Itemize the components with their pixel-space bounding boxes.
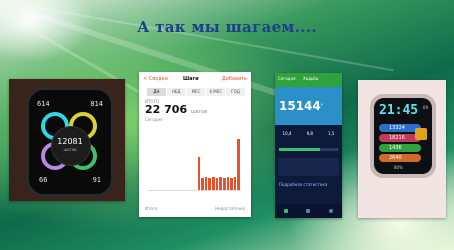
chart-bar bbox=[201, 178, 204, 190]
tab-week[interactable]: НЕД bbox=[166, 88, 186, 96]
side-badge bbox=[415, 128, 427, 140]
nav-profile-icon[interactable] bbox=[328, 209, 333, 213]
header-tab[interactable]: Ходьба bbox=[303, 77, 318, 81]
chart-bar bbox=[197, 157, 201, 190]
corner-value-tl: 614 bbox=[37, 100, 50, 108]
steps-unit: шагов bbox=[63, 147, 77, 152]
tab-day[interactable]: ДН bbox=[147, 88, 166, 96]
progress-bar bbox=[279, 148, 338, 151]
steps-number: 22 706 bbox=[145, 103, 188, 116]
phone-steps-chart: < Сводка Шаги Добавить ДН НЕД МЕС 6 МЕС … bbox=[139, 72, 251, 217]
chart-bar bbox=[208, 178, 212, 190]
watch-screen: 21:45 09 13324 18216 1436 2640 80% bbox=[374, 98, 432, 174]
header-left: Сегодня bbox=[278, 76, 296, 81]
footer-link[interactable]: Подробная статистика bbox=[279, 183, 327, 187]
chart-bar bbox=[237, 139, 240, 190]
watch-photo-square: 21:45 09 13324 18216 1436 2640 80% bbox=[358, 80, 446, 218]
time-display: 21:45 bbox=[379, 103, 419, 118]
x-label-right: Недостаточно bbox=[215, 206, 245, 211]
card bbox=[278, 158, 339, 176]
chart-bar bbox=[204, 176, 208, 190]
steps-mark: ʹ bbox=[320, 103, 324, 112]
tab-year[interactable]: ГОД bbox=[226, 88, 245, 96]
chart-bar bbox=[219, 176, 222, 190]
bottom-nav bbox=[275, 204, 342, 218]
corner-value-tr: 814 bbox=[90, 100, 103, 108]
chart-bar bbox=[212, 176, 215, 190]
nav-chart-icon[interactable] bbox=[306, 209, 311, 213]
steps-total: 22 706 шагов bbox=[145, 103, 207, 116]
metric-calories: 2640 bbox=[379, 154, 421, 162]
screen-header: Шаги bbox=[183, 76, 199, 82]
stat-3: 1,5 bbox=[328, 131, 335, 136]
metric-distance: 1436 bbox=[379, 144, 421, 152]
steps-value: 12081 bbox=[57, 137, 83, 146]
phone-fitness-app: Сегодня Ходьба 15144ʹ 10,4 9,8 1,5 Подро… bbox=[275, 73, 342, 218]
x-label-left: Итого bbox=[145, 206, 158, 211]
center-disc bbox=[51, 126, 91, 166]
chart-bar bbox=[226, 176, 230, 190]
steps-value: 15144ʹ bbox=[279, 99, 323, 113]
corner-value-br: 91 bbox=[92, 176, 101, 184]
watch-face: 614 814 66 91 12081 шагов bbox=[26, 87, 114, 197]
chart-bar bbox=[230, 178, 233, 190]
slide: А так мы шагаем.... 614 814 66 91 12081 … bbox=[0, 0, 454, 250]
stat-2: 9,8 bbox=[306, 131, 313, 136]
add-link[interactable]: Добавить bbox=[222, 76, 247, 82]
corner-value-bl: 66 bbox=[39, 176, 48, 184]
chart-bar bbox=[215, 178, 219, 190]
battery-value: 80% bbox=[394, 165, 403, 170]
seconds-display: 09 bbox=[422, 105, 428, 110]
tab-month[interactable]: МЕС bbox=[186, 88, 206, 96]
chart-bar bbox=[233, 176, 237, 190]
steps-number: 15144 bbox=[279, 99, 321, 113]
tab-6month[interactable]: 6 МЕС bbox=[206, 88, 226, 96]
period-tabs: ДН НЕД МЕС 6 МЕС ГОД bbox=[147, 88, 245, 96]
watch-photo-rings: 614 814 66 91 12081 шагов bbox=[9, 79, 125, 201]
stat-1: 10,4 bbox=[282, 131, 292, 136]
back-link[interactable]: < Сводка bbox=[143, 76, 168, 82]
slide-title: А так мы шагаем.... bbox=[137, 18, 317, 36]
bar-chart bbox=[147, 130, 241, 191]
nav-home-icon[interactable] bbox=[284, 209, 289, 213]
stats-row: 10,4 9,8 1,5 bbox=[275, 131, 342, 136]
watch-case: 21:45 09 13324 18216 1436 2640 80% bbox=[370, 94, 436, 178]
day-label: Сегодня bbox=[145, 117, 163, 122]
chart-bar bbox=[222, 178, 226, 190]
steps-unit: шагов bbox=[190, 109, 208, 115]
